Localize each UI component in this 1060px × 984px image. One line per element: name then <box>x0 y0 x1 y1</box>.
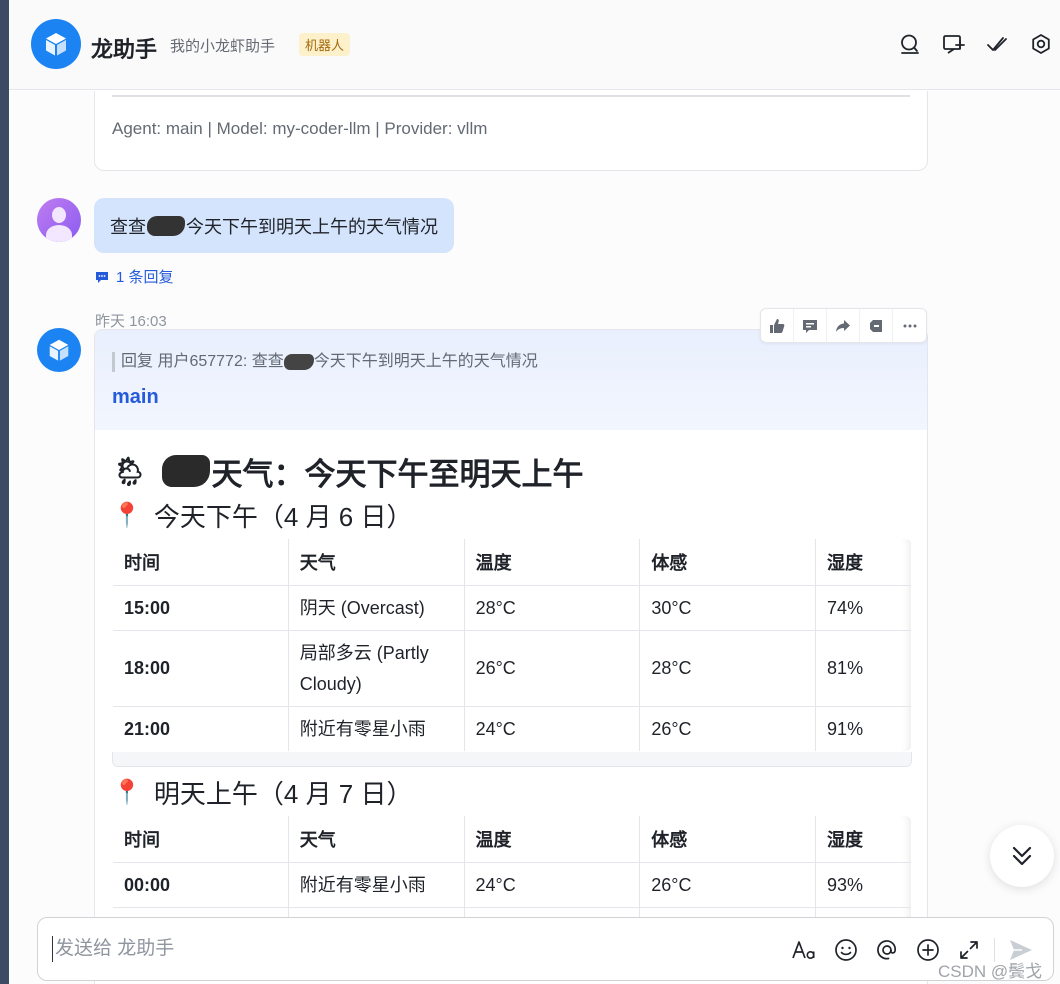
weather-cell: 附近有零星小雨 <box>287 706 465 751</box>
message-input[interactable]: 发送给 龙助手 <box>52 936 174 962</box>
table-scrollbar[interactable] <box>112 752 912 767</box>
previous-message-card: Agent: main | Model: my-coder-llm | Prov… <box>94 91 928 171</box>
time-cell: 15:00 <box>113 585 289 631</box>
reply-quote-start: 回复 用户657772: 查查 <box>121 353 284 370</box>
column-header: 湿度 <box>815 539 911 586</box>
bot-logo[interactable] <box>31 19 81 69</box>
column-header: 温度 <box>463 539 641 586</box>
table-row: 00:00 附近有零星小雨 24°C 26°C 93% <box>113 862 911 908</box>
forward-icon[interactable] <box>827 309 860 342</box>
table-row: 18:00 局部多云 (Partly Cloudy) 26°C 28°C 81% <box>113 630 911 707</box>
reply-count-label: 1 条回复 <box>116 269 174 286</box>
column-header: 湿度 <box>815 816 911 863</box>
chat-header: 龙助手 我的小龙虾助手 机器人 <box>9 0 1060 90</box>
bot-badge: 机器人 <box>299 33 351 56</box>
pin-icon: 📍 <box>112 778 142 806</box>
section-title-today-text: 今天下午（4 月 6 日） <box>153 501 413 532</box>
watermark: CSDN @鬓戈 <box>938 962 1043 981</box>
feels-like-cell: 30°C <box>639 585 817 631</box>
table-row: 15:00 阴天 (Overcast) 28°C 30°C 74% <box>113 585 911 631</box>
temperature-cell: 24°C <box>463 862 641 908</box>
column-header: 体感 <box>639 539 817 586</box>
divider <box>112 95 910 97</box>
search-icon[interactable] <box>897 31 923 57</box>
weather-cell: 附近有零星小雨 <box>287 862 465 908</box>
time-cell: 00:00 <box>113 862 289 908</box>
message-list[interactable]: Agent: main | Model: my-coder-llm | Prov… <box>9 91 1060 984</box>
check-icon[interactable] <box>984 31 1010 57</box>
message-timestamp: 昨天 16:03 <box>95 313 167 330</box>
more-icon[interactable] <box>893 309 926 342</box>
message-composer[interactable]: 发送给 龙助手 <box>37 917 1054 981</box>
column-header: 体感 <box>639 816 817 863</box>
chat-subtitle: 我的小龙虾助手 <box>170 38 276 55</box>
user-message-text-start: 查查 <box>110 216 146 237</box>
humidity-cell: 74% <box>815 585 911 631</box>
time-cell: 18:00 <box>113 630 289 707</box>
cube-icon <box>46 33 66 56</box>
comment-icon[interactable] <box>794 309 827 342</box>
thumbs-up-icon[interactable] <box>761 309 794 342</box>
temperature-cell: 26°C <box>463 630 641 707</box>
thread-reply-link[interactable]: 1 条回复 <box>94 266 174 287</box>
temperature-cell: 24°C <box>463 706 641 751</box>
message-action-bar <box>760 308 927 343</box>
feels-like-cell: 26°C <box>639 706 817 751</box>
redacted-location <box>283 353 314 370</box>
table-header-row: 时间 天气 温度 体感 湿度 <box>113 539 911 586</box>
redacted-location <box>161 455 210 487</box>
emoji-icon[interactable] <box>833 937 859 963</box>
table-header-row: 时间 天气 温度 体感 湿度 <box>113 816 911 863</box>
collapse-icon[interactable] <box>860 309 893 342</box>
humidity-cell: 93% <box>815 862 911 908</box>
column-header: 时间 <box>113 539 289 586</box>
agent-name: main <box>112 386 159 408</box>
column-header: 天气 <box>287 539 465 586</box>
redacted-location <box>147 215 185 236</box>
weather-cell: 局部多云 (Partly Cloudy) <box>287 630 465 707</box>
reply-quote[interactable]: 回复 用户657772: 查查 今天下午到明天上午的天气情况 <box>112 352 538 372</box>
column-header: 天气 <box>287 816 465 863</box>
humidity-cell: 81% <box>815 630 911 707</box>
user-message-text-end: 今天下午到明天上午的天气情况 <box>186 216 438 237</box>
agent-meta: Agent: main | Model: my-coder-llm | Prov… <box>112 119 488 138</box>
double-chevron-down-icon <box>1012 846 1032 866</box>
temperature-cell: 28°C <box>463 585 641 631</box>
message-content: 🌦 天气：今天下午至明天上午 📍 今天下午（4 月 6 日） 时间 天气 温度 <box>112 450 912 953</box>
text-format-icon[interactable] <box>791 937 817 963</box>
bot-avatar[interactable] <box>37 328 81 372</box>
weather-heading-text: 天气：今天下午至明天上午 <box>211 456 584 492</box>
reply-header: 回复 用户657772: 查查 今天下午到明天上午的天气情况 main <box>95 330 927 430</box>
reply-quote-end: 今天下午到明天上午的天气情况 <box>313 353 538 370</box>
rain-cloud-icon: 🌦 <box>112 455 148 487</box>
chat-title: 龙助手 <box>91 37 158 62</box>
table-row: 21:00 附近有零星小雨 24°C 26°C 91% <box>113 706 911 751</box>
user-avatar[interactable] <box>37 198 81 242</box>
cube-icon <box>49 339 69 361</box>
weather-table-today: 时间 天气 温度 体感 湿度 15:00 阴天 (Overcast) 28°C <box>112 538 912 752</box>
scroll-to-bottom-button[interactable] <box>990 825 1054 887</box>
column-header: 时间 <box>113 816 289 863</box>
weather-heading: 🌦 天气：今天下午至明天上午 <box>112 450 912 492</box>
new-chat-icon[interactable] <box>941 31 967 57</box>
settings-icon[interactable] <box>1028 31 1054 57</box>
section-title-tomorrow-text: 明天上午（4 月 7 日） <box>153 778 413 809</box>
user-message-bubble[interactable]: 查查 今天下午到明天上午的天气情况 <box>94 198 454 253</box>
column-header: 温度 <box>463 816 641 863</box>
weather-cell: 阴天 (Overcast) <box>287 585 465 631</box>
section-title-today: 📍 今天下午（4 月 6 日） <box>112 492 912 538</box>
chat-bubble-icon <box>96 271 108 283</box>
mention-icon[interactable] <box>874 937 900 963</box>
feels-like-cell: 28°C <box>639 630 817 707</box>
weather-table-today-wrap[interactable]: 时间 天气 温度 体感 湿度 15:00 阴天 (Overcast) 28°C <box>112 538 912 767</box>
feels-like-cell: 26°C <box>639 862 817 908</box>
pin-icon: 📍 <box>112 501 142 529</box>
section-title-tomorrow: 📍 明天上午（4 月 7 日） <box>112 769 912 815</box>
left-rail <box>0 0 9 984</box>
humidity-cell: 91% <box>815 706 911 751</box>
bot-message-card: 回复 用户657772: 查查 今天下午到明天上午的天气情况 main 🌦 天气：… <box>94 329 928 984</box>
time-cell: 21:00 <box>113 706 289 751</box>
